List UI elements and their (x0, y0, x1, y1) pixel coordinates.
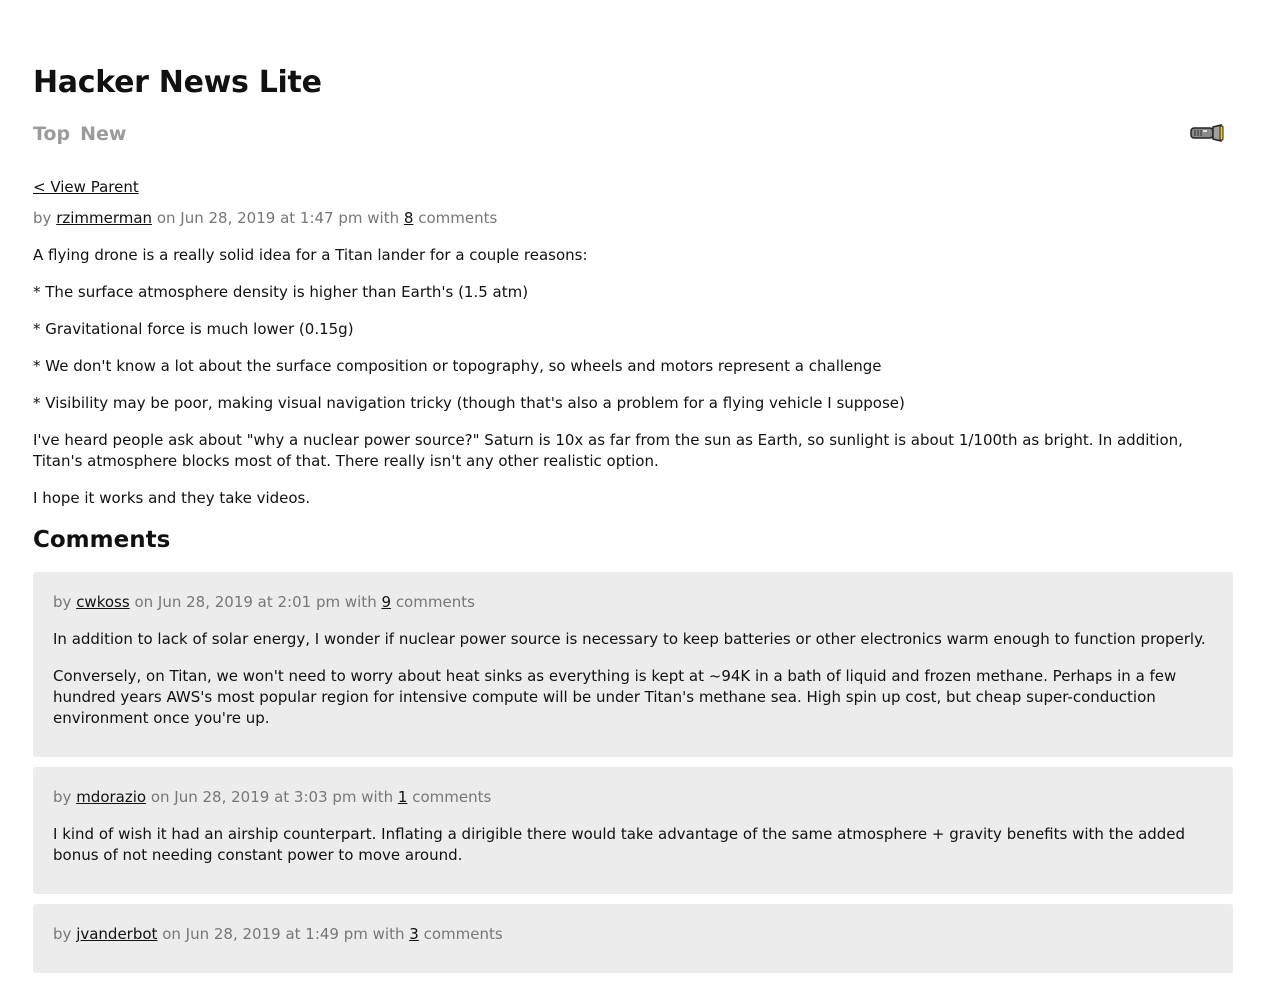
story-section: < View Parent by rzimmerman on Jun 28, 2… (33, 177, 1233, 983)
comment-count-link[interactable]: 8 (404, 209, 414, 227)
author-link[interactable]: cwkoss (76, 593, 129, 611)
comment-card: by mdorazio on Jun 28, 2019 at 3:03 pm w… (33, 767, 1233, 894)
meta-comments-suffix: comments (423, 925, 503, 943)
comment-paragraph: I kind of wish it had an airship counter… (53, 825, 1186, 864)
comment-meta: by cwkoss on Jun 28, 2019 at 2:01 pm wit… (53, 592, 1213, 613)
story-paragraph: * Gravitational force is much lower (0.1… (33, 320, 354, 338)
meta-date: on Jun 28, 2019 at 2:01 pm with (134, 593, 377, 611)
story-paragraph: A flying drone is a really solid idea fo… (33, 246, 588, 264)
meta-date: on Jun 28, 2019 at 1:47 pm with (156, 209, 400, 227)
author-link[interactable]: mdorazio (76, 788, 146, 806)
story-paragraph: I hope it works and they take videos. (33, 489, 311, 507)
story-paragraph: * We don't know a lot about the surface … (33, 357, 882, 375)
comment-paragraph: In addition to lack of solar energy, I w… (53, 630, 1206, 648)
meta-by: by (53, 593, 72, 611)
comments-heading: Comments (33, 527, 171, 553)
author-link[interactable]: rzimmerman (56, 209, 152, 227)
story-paragraph: I've heard people ask about "why a nucle… (33, 431, 1183, 470)
meta-by: by (53, 788, 72, 806)
story-paragraph: * The surface atmosphere density is high… (33, 283, 529, 301)
meta-by: by (53, 925, 72, 943)
author-link[interactable]: jvanderbot (76, 925, 157, 943)
story-paragraph: * Visibility may be poor, making visual … (33, 394, 905, 412)
main-nav: Top New (33, 121, 126, 147)
comment-meta: by jvanderbot on Jun 28, 2019 at 1:49 pm… (53, 924, 1213, 945)
story-meta: by rzimmerman on Jun 28, 2019 at 1:47 pm… (33, 208, 1233, 229)
meta-comments-suffix: comments (412, 788, 492, 806)
comment-count-link[interactable]: 1 (398, 788, 408, 806)
comment-meta: by mdorazio on Jun 28, 2019 at 3:03 pm w… (53, 787, 1213, 808)
view-parent-link[interactable]: < View Parent (33, 177, 1233, 198)
comment-count-link[interactable]: 9 (381, 593, 391, 611)
nav-top-link[interactable]: Top (33, 121, 70, 147)
meta-date: on Jun 28, 2019 at 3:03 pm with (150, 788, 394, 806)
comment-card: by jvanderbot on Jun 28, 2019 at 1:49 pm… (33, 904, 1233, 973)
comment-count-link[interactable]: 3 (409, 925, 419, 943)
page-title: Hacker News Lite (33, 65, 322, 100)
meta-comments-suffix: comments (418, 209, 498, 227)
nav-new-link[interactable]: New (80, 121, 126, 147)
meta-date: on Jun 28, 2019 at 1:49 pm with (162, 925, 405, 943)
flashlight-icon[interactable] (1190, 124, 1224, 142)
comment-card: by cwkoss on Jun 28, 2019 at 2:01 pm wit… (33, 572, 1233, 757)
story-body: A flying drone is a really solid idea fo… (33, 245, 1233, 509)
meta-by: by (33, 209, 52, 227)
comment-paragraph: Conversely, on Titan, we won't need to w… (53, 667, 1177, 727)
meta-comments-suffix: comments (395, 593, 475, 611)
